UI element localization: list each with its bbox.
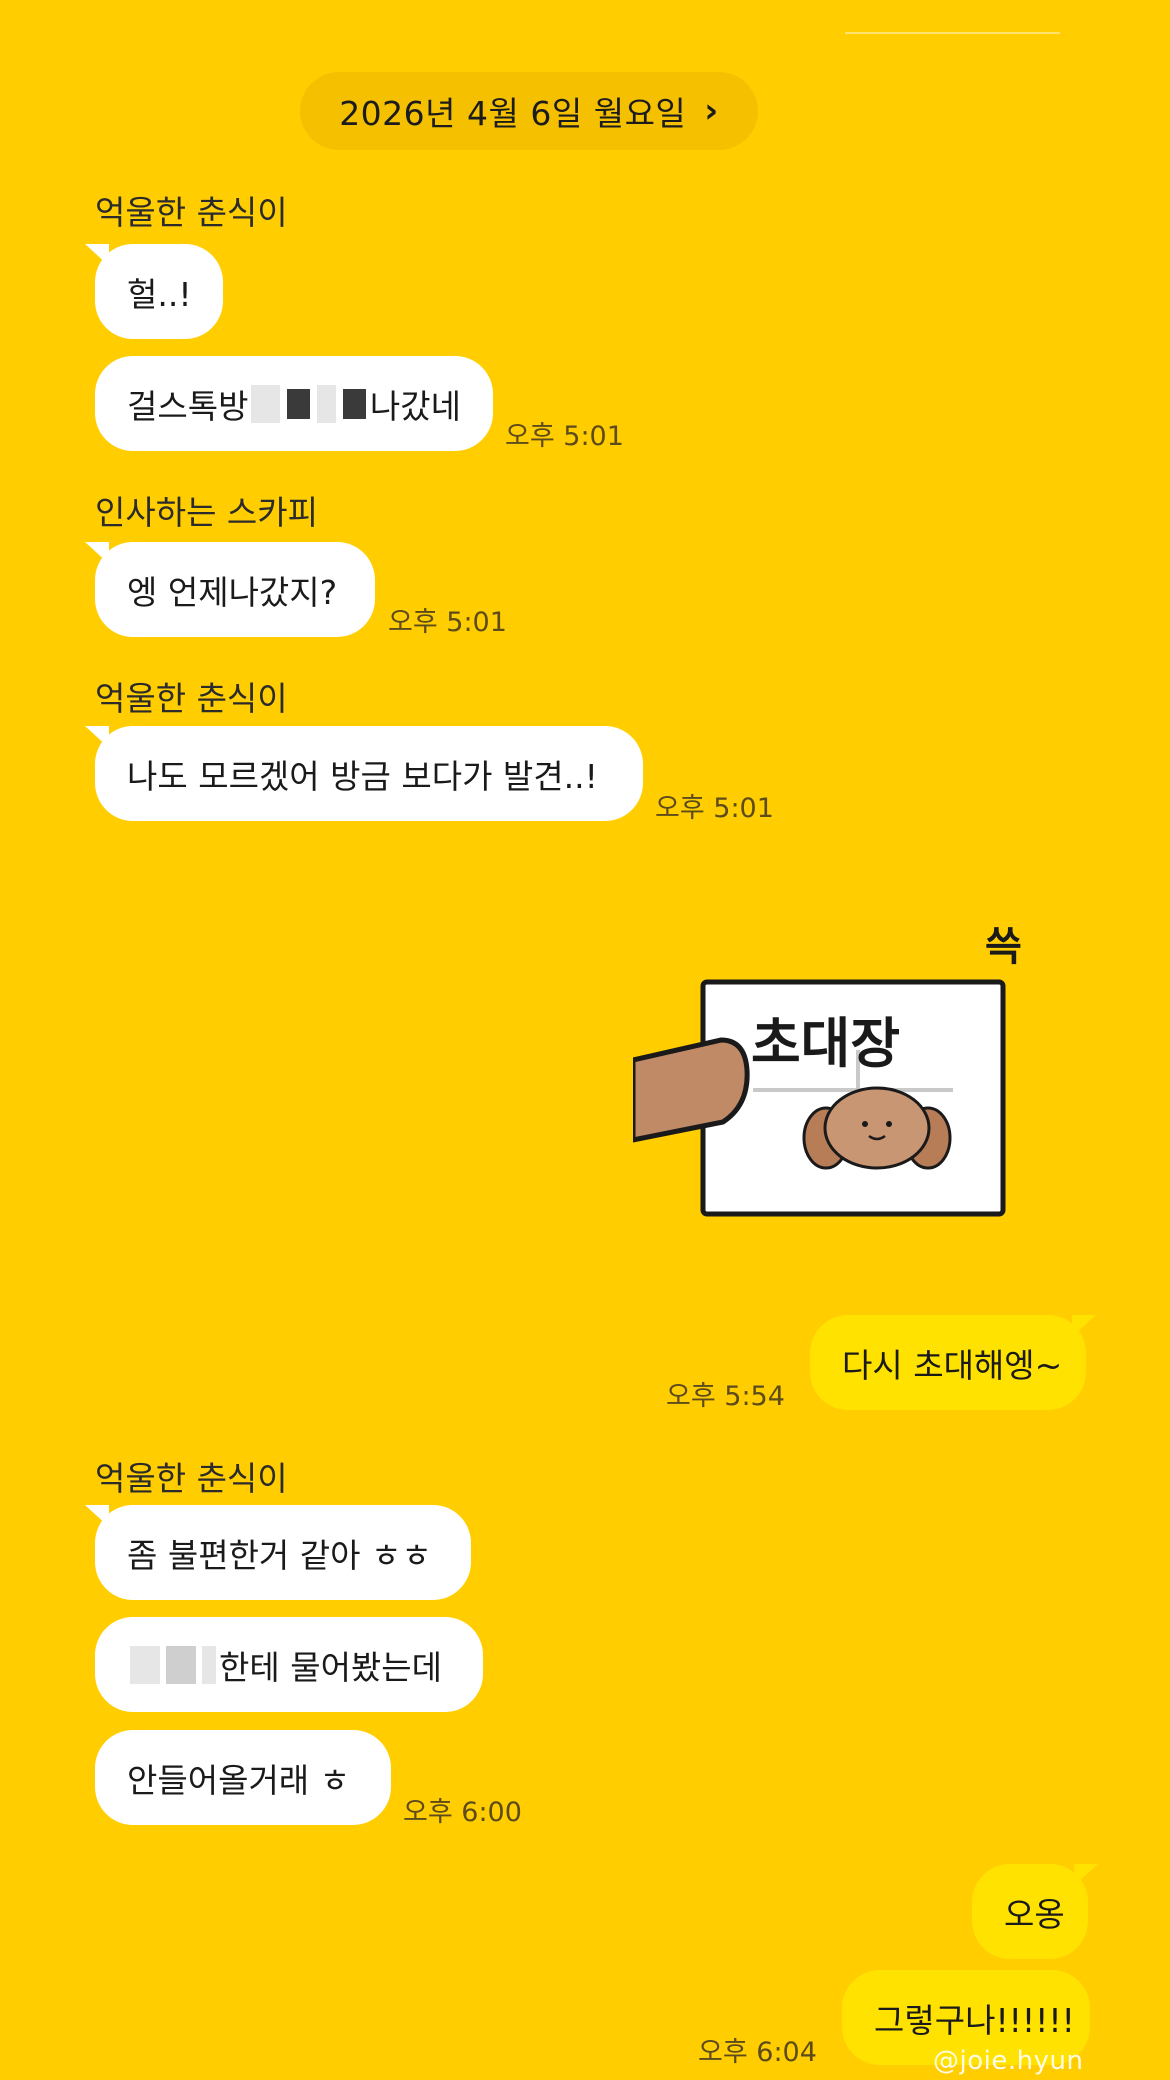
message-text: 안들어올거래 ㅎ: [127, 1760, 351, 1800]
message-bubble[interactable]: 엥 언제나갔지?: [85, 542, 375, 637]
message-bubble[interactable]: 헐..!: [85, 244, 223, 339]
sticker-title: 초대장: [751, 1012, 900, 1075]
sender-name: 인사하는 스카피: [95, 493, 319, 532]
message-bubble[interactable]: 다시 초대해엥~: [810, 1315, 1096, 1410]
message-time: 오후 6:04: [698, 2037, 817, 2068]
status-line: [845, 32, 1060, 34]
message-text: 한테 물어봤는데: [219, 1647, 443, 1687]
message-bubble[interactable]: 한테 물어봤는데: [95, 1617, 483, 1712]
message-text: 나도 모르겠어 방금 보다가 발견..!: [127, 756, 598, 796]
redaction-mark: [251, 384, 281, 423]
watermark: @joie.hyun: [933, 2046, 1084, 2076]
puppy-eye: [886, 1121, 892, 1127]
message-time: 오후 6:00: [403, 1797, 522, 1828]
sender-name: 억울한 춘식이: [95, 679, 288, 718]
message-text: 오옹: [1004, 1894, 1065, 1934]
redaction-mark: [202, 1645, 216, 1684]
date-label: 2026년 4월 6일 월요일: [339, 94, 687, 133]
redaction-mark: [130, 1645, 160, 1684]
puppy-invitation-sticker[interactable]: 쓱 초대장: [630, 890, 1078, 1230]
message-time: 오후 5:01: [655, 793, 774, 824]
redaction-mark: [343, 388, 366, 419]
redaction-mark: [166, 1645, 196, 1684]
message-bubble[interactable]: 걸스톡방 나갔네: [95, 356, 493, 451]
message-time: 오후 5:01: [388, 607, 507, 638]
message-text: 다시 초대해엥~: [842, 1345, 1063, 1385]
chevron-right-icon: ›: [704, 91, 719, 131]
message-bubble[interactable]: 좀 불편한거 같아 ㅎㅎ: [85, 1505, 471, 1600]
date-divider[interactable]: 2026년 4월 6일 월요일 ›: [300, 72, 758, 150]
message-bubble[interactable]: 오옹: [972, 1864, 1098, 1959]
message-text: 엥 언제나갔지?: [127, 572, 338, 612]
redaction-mark: [287, 388, 310, 419]
message-text: 그렇구나!!!!!!: [874, 2000, 1075, 2040]
message-text: 걸스톡방: [127, 386, 249, 426]
sender-name: 억울한 춘식이: [95, 1459, 288, 1498]
message-time: 오후 5:01: [505, 421, 624, 452]
message-text: 좀 불편한거 같아 ㅎㅎ: [127, 1535, 432, 1575]
chat-screen: 2026년 4월 6일 월요일 › 억울한 춘식이 헐..! 걸스톡방 나갔네 …: [0, 0, 1170, 2080]
message-time: 오후 5:54: [666, 1381, 785, 1412]
puppy-head: [823, 1086, 931, 1170]
puppy-eye: [862, 1121, 868, 1127]
sender-name: 억울한 춘식이: [95, 193, 288, 232]
message-text: 나갔네: [369, 386, 461, 426]
redaction-mark: [316, 384, 337, 423]
message-text: 헐..!: [127, 274, 192, 314]
sticker-corner-text: 쓱: [985, 924, 1022, 970]
message-bubble[interactable]: 안들어올거래 ㅎ: [95, 1730, 391, 1825]
message-bubble[interactable]: 나도 모르겠어 방금 보다가 발견..!: [85, 726, 643, 821]
